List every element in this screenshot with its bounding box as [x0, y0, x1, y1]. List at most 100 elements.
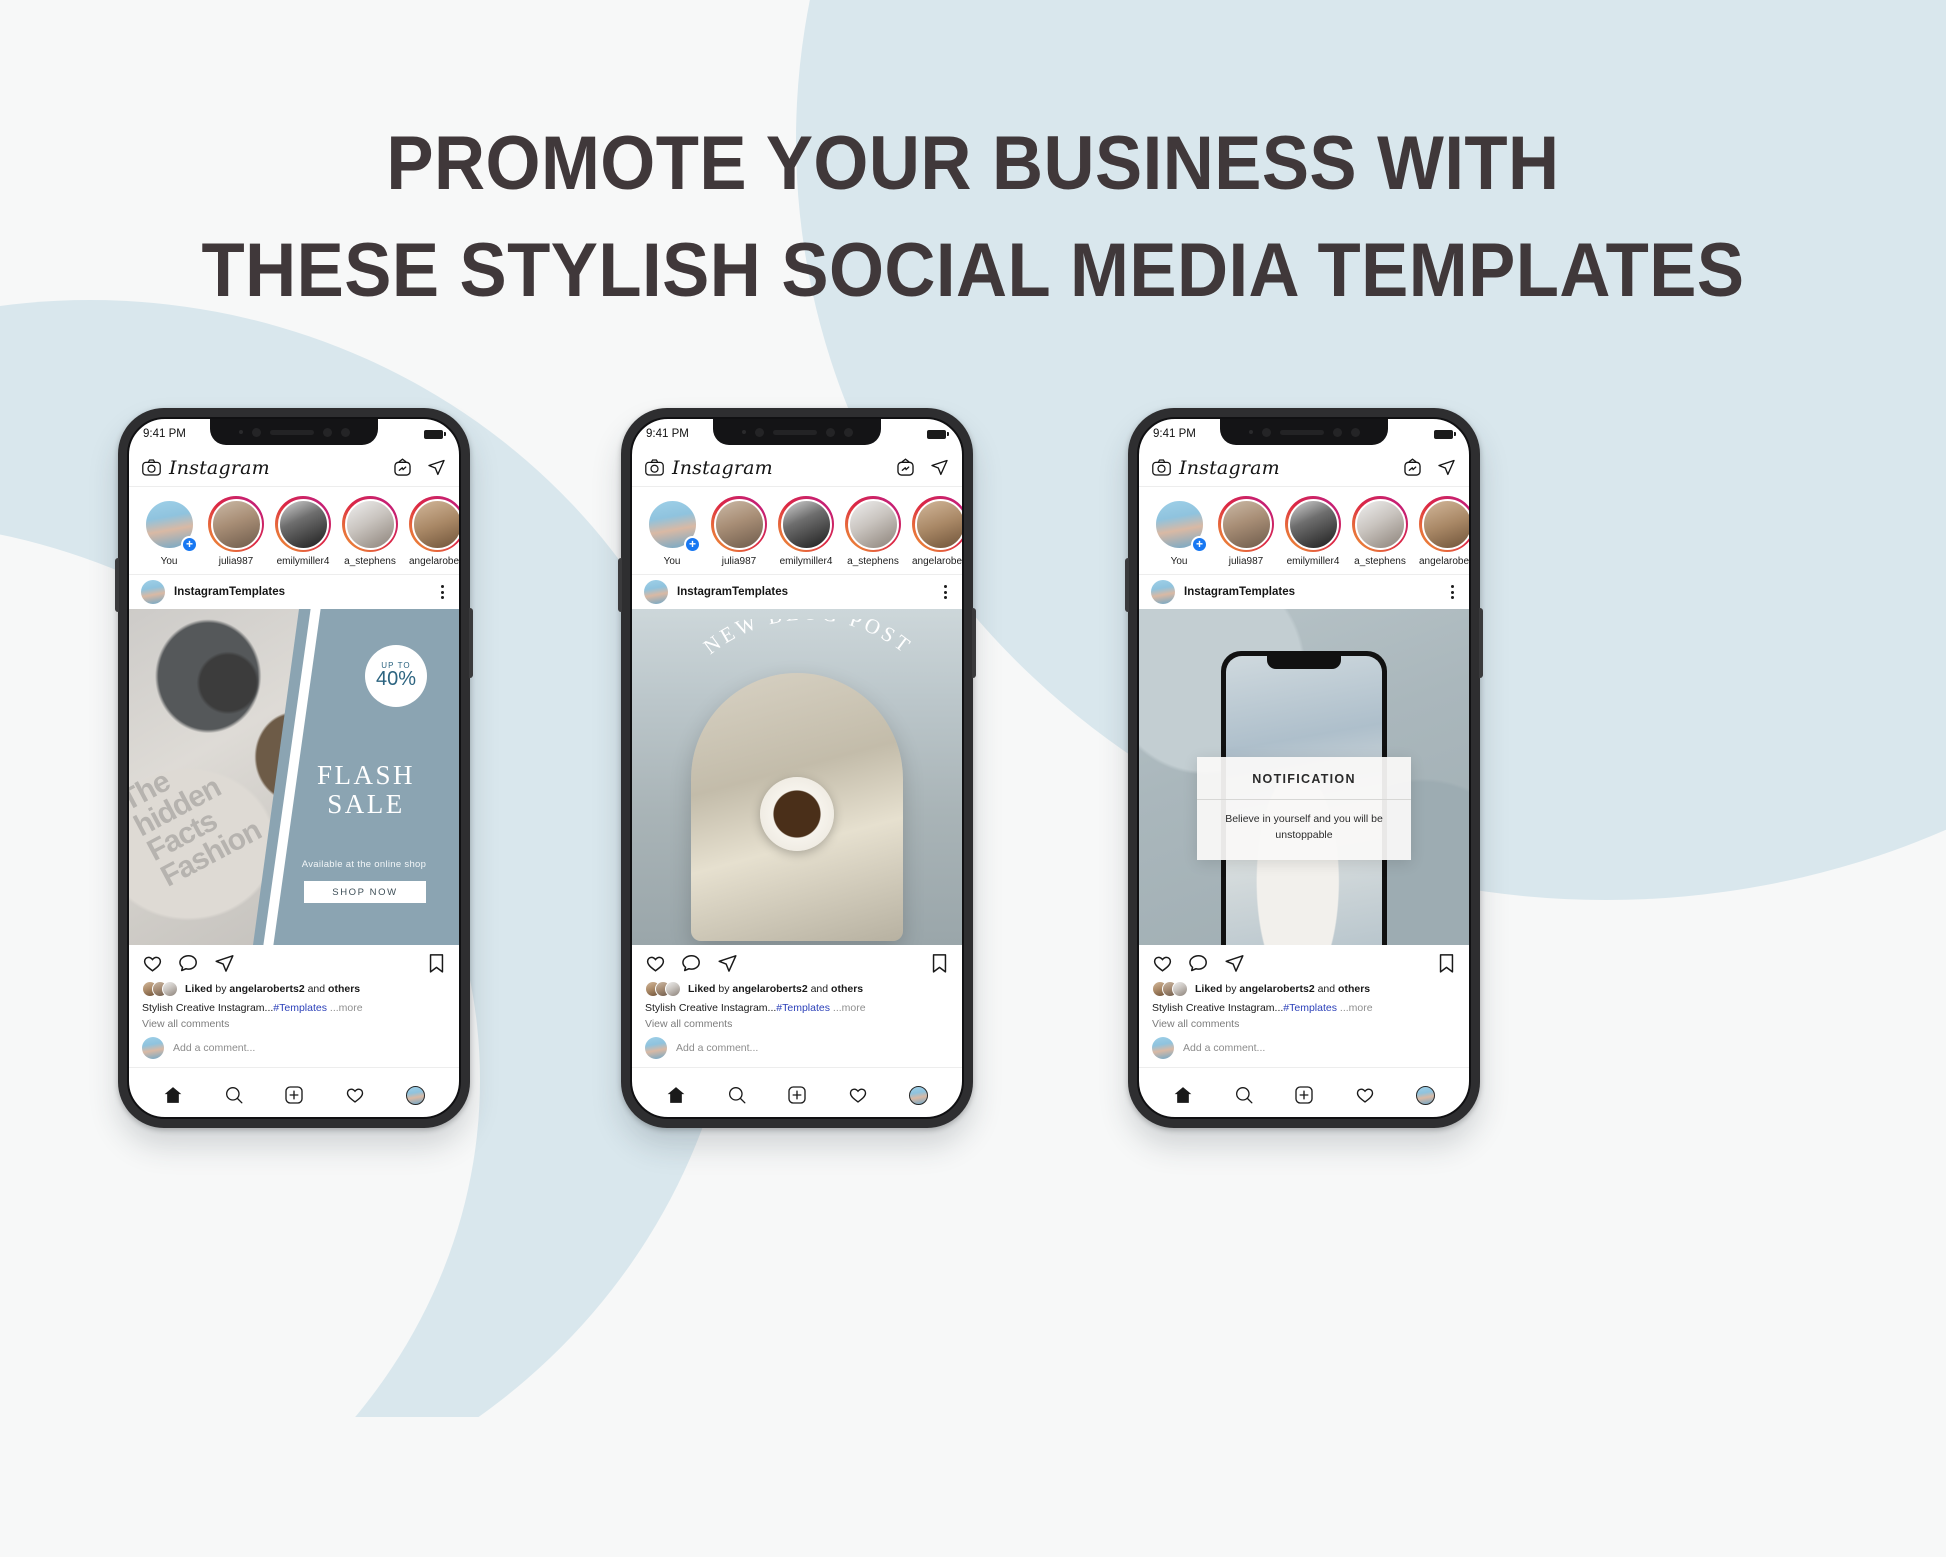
- post-media-notification[interactable]: NOTIFICATION Believe in yourself and you…: [1139, 609, 1469, 945]
- story-item-julia987[interactable]: julia987: [1218, 496, 1274, 567]
- liked-others[interactable]: others: [328, 983, 360, 995]
- caption-hashtag[interactable]: #Templates: [1283, 1002, 1337, 1014]
- post-avatar[interactable]: [1151, 580, 1175, 604]
- add-comment-input[interactable]: Add a comment...: [676, 1042, 758, 1054]
- home-icon[interactable]: [666, 1085, 686, 1105]
- story-item-a_stephens[interactable]: a_stephens: [1352, 496, 1408, 567]
- story-item-you[interactable]: + You: [1151, 496, 1208, 567]
- home-icon[interactable]: [163, 1085, 183, 1105]
- add-post-icon[interactable]: [1294, 1085, 1314, 1105]
- stories-tray[interactable]: + You julia987 emilymiller4 a_stephens a…: [129, 487, 459, 575]
- more-options-icon[interactable]: [941, 582, 950, 602]
- story-item-you[interactable]: + You: [644, 496, 701, 567]
- caption-more-link[interactable]: ...more: [1340, 1002, 1373, 1014]
- post-avatar[interactable]: [644, 580, 668, 604]
- shop-now-button[interactable]: SHOP NOW: [304, 881, 426, 903]
- liked-by-word: by: [215, 983, 227, 995]
- add-post-icon[interactable]: [284, 1085, 304, 1105]
- story-item-angelaroberts2[interactable]: angelaroberts2: [912, 496, 962, 567]
- liked-username[interactable]: angelaroberts2: [1239, 983, 1314, 995]
- profile-avatar-icon[interactable]: [1415, 1085, 1435, 1105]
- camera-icon[interactable]: [1152, 459, 1171, 476]
- igtv-icon[interactable]: [393, 458, 412, 477]
- send-icon[interactable]: [427, 458, 446, 477]
- add-comment-row[interactable]: Add a comment...: [129, 1030, 459, 1068]
- story-item-angelaroberts2[interactable]: angelaroberts2: [409, 496, 459, 567]
- story-item-julia987[interactable]: julia987: [711, 496, 767, 567]
- view-all-comments-link[interactable]: View all comments: [129, 1014, 459, 1030]
- story-label: emilymiller4: [1286, 556, 1340, 567]
- more-options-icon[interactable]: [438, 582, 447, 602]
- comment-icon[interactable]: [178, 953, 199, 974]
- share-icon[interactable]: [717, 953, 738, 974]
- story-item-angelaroberts2[interactable]: angelaroberts2: [1419, 496, 1469, 567]
- save-icon[interactable]: [427, 953, 446, 974]
- send-icon[interactable]: [1437, 458, 1456, 477]
- profile-avatar-icon[interactable]: [908, 1085, 928, 1105]
- caption-hashtag[interactable]: #Templates: [776, 1002, 830, 1014]
- liked-username[interactable]: angelaroberts2: [732, 983, 807, 995]
- search-icon[interactable]: [1234, 1085, 1254, 1105]
- view-all-comments-link[interactable]: View all comments: [632, 1014, 962, 1030]
- caption-more-link[interactable]: ...more: [330, 1002, 363, 1014]
- story-item-emilymiller4[interactable]: emilymiller4: [778, 496, 834, 567]
- post-media-new-blog-post[interactable]: NEW BLOG POST: [632, 609, 962, 945]
- post-avatar[interactable]: [141, 580, 165, 604]
- flash-sale-subtitle: Available at the online shop: [301, 859, 427, 870]
- story-item-you[interactable]: + You: [141, 496, 198, 567]
- story-item-emilymiller4[interactable]: emilymiller4: [275, 496, 331, 567]
- liked-username[interactable]: angelaroberts2: [229, 983, 304, 995]
- stories-tray[interactable]: + You julia987 emilymiller4 a_stephens a…: [632, 487, 962, 575]
- view-all-comments-link[interactable]: View all comments: [1139, 1014, 1469, 1030]
- comment-icon[interactable]: [1188, 953, 1209, 974]
- heart-icon[interactable]: [345, 1085, 365, 1105]
- caption-more-link[interactable]: ...more: [833, 1002, 866, 1014]
- search-icon[interactable]: [727, 1085, 747, 1105]
- post-media-flash-sale[interactable]: The hidden Facts Fashion UP TO 40% FLASH…: [129, 609, 459, 945]
- comment-icon[interactable]: [681, 953, 702, 974]
- arc-text-path: NEW BLOG POST: [699, 619, 914, 659]
- igtv-icon[interactable]: [896, 458, 915, 477]
- add-comment-input[interactable]: Add a comment...: [1183, 1042, 1265, 1054]
- liked-others[interactable]: others: [1338, 983, 1370, 995]
- igtv-icon[interactable]: [1403, 458, 1422, 477]
- camera-icon[interactable]: [645, 459, 664, 476]
- add-post-icon[interactable]: [787, 1085, 807, 1105]
- save-icon[interactable]: [930, 953, 949, 974]
- post-username[interactable]: InstagramTemplates: [174, 586, 285, 598]
- like-icon[interactable]: [645, 953, 666, 974]
- caption-hashtag[interactable]: #Templates: [273, 1002, 327, 1014]
- search-icon[interactable]: [224, 1085, 244, 1105]
- story-item-emilymiller4[interactable]: emilymiller4: [1285, 496, 1341, 567]
- add-story-icon[interactable]: +: [181, 536, 198, 553]
- heart-icon[interactable]: [848, 1085, 868, 1105]
- instagram-logo: Instagram: [142, 457, 270, 479]
- liked-others[interactable]: others: [831, 983, 863, 995]
- heart-icon[interactable]: [1355, 1085, 1375, 1105]
- story-item-a_stephens[interactable]: a_stephens: [845, 496, 901, 567]
- post-username[interactable]: InstagramTemplates: [677, 586, 788, 598]
- story-item-a_stephens[interactable]: a_stephens: [342, 496, 398, 567]
- add-story-icon[interactable]: +: [1191, 536, 1208, 553]
- liked-by-avatars: [1152, 981, 1188, 997]
- save-icon[interactable]: [1437, 953, 1456, 974]
- post-username[interactable]: InstagramTemplates: [1184, 586, 1295, 598]
- camera-icon[interactable]: [142, 459, 161, 476]
- stories-tray[interactable]: + You julia987 emilymiller4 a_stephens a…: [1139, 487, 1469, 575]
- add-comment-row[interactable]: Add a comment...: [632, 1030, 962, 1068]
- home-icon[interactable]: [1173, 1085, 1193, 1105]
- add-story-icon[interactable]: +: [684, 536, 701, 553]
- like-icon[interactable]: [142, 953, 163, 974]
- story-item-julia987[interactable]: julia987: [208, 496, 264, 567]
- liked-label: Liked: [185, 983, 213, 995]
- more-options-icon[interactable]: [1448, 582, 1457, 602]
- front-camera-icon: [843, 427, 853, 437]
- add-comment-input[interactable]: Add a comment...: [173, 1042, 255, 1054]
- send-icon[interactable]: [930, 458, 949, 477]
- add-comment-row[interactable]: Add a comment...: [1139, 1030, 1469, 1068]
- share-icon[interactable]: [214, 953, 235, 974]
- profile-avatar-icon[interactable]: [405, 1085, 425, 1105]
- likes-row: Liked by angelaroberts2 and others: [129, 981, 459, 999]
- like-icon[interactable]: [1152, 953, 1173, 974]
- share-icon[interactable]: [1224, 953, 1245, 974]
